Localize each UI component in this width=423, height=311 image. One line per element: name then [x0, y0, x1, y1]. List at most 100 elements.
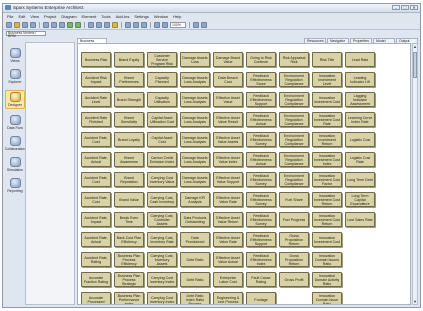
diagram-element[interactable]: Brand Sensitivity	[114, 112, 144, 127]
diagram-element[interactable]: Innovation Investment Cost	[312, 232, 342, 247]
diagram-element[interactable]: Innovation Investment Cost Index	[312, 152, 342, 167]
sidebar-item-designer[interactable]: Designer	[5, 90, 25, 109]
zoom-out-icon[interactable]	[162, 21, 168, 28]
diagram-element[interactable]: Business Plan Process Efficiency	[114, 252, 144, 267]
diagram-element[interactable]: Effective Asset Value Rate	[213, 232, 243, 247]
diagram-element[interactable]: Business Risk	[81, 52, 111, 67]
lightbulb-icon[interactable]	[112, 21, 118, 28]
diagram-element[interactable]: Environment Regulation Compliance	[279, 92, 309, 107]
redo-icon[interactable]	[75, 21, 81, 28]
paste-icon[interactable]	[59, 21, 65, 28]
diagram-element[interactable]: Innovation Investment Cost Return	[312, 212, 342, 227]
diagram-canvas[interactable]: Business Risk Brand Equity Customer Servic…	[77, 43, 411, 305]
diagram-element[interactable]: Innovation Investment Return	[312, 132, 342, 147]
diagram-element[interactable]: Going to Risk Continue	[246, 52, 276, 67]
diagram-element[interactable]: Carrying Cost, Inventory Assets	[147, 252, 177, 267]
diagram-element[interactable]: Effective Asset Value Assets	[213, 132, 243, 147]
diagram-element[interactable]: Brand Loyalty	[114, 132, 144, 147]
menu-view[interactable]: View	[30, 14, 39, 19]
diagram-element[interactable]: Brand Reputation	[114, 172, 144, 187]
diagram-element[interactable]: Feedback Effectiveness Survey	[246, 192, 276, 207]
diagram-element[interactable]: Gross Profit	[279, 272, 309, 287]
menu-file[interactable]: File	[7, 14, 13, 19]
diagram-element[interactable]: Damage Assets Loss	[180, 52, 210, 67]
vertical-scrollbar[interactable]: ▲ ▼	[412, 43, 418, 305]
diagram-element[interactable]: Business Plan Process Strategic	[114, 272, 144, 287]
sidebar-item-reporting[interactable]: Reporting	[5, 178, 25, 193]
diagram-element[interactable]: Effective Asset Value Support	[213, 172, 243, 187]
diagram-element[interactable]: Feedback Effectiveness Survey	[246, 132, 276, 147]
diagram-element[interactable]: Innovation Domain Activity Ratio	[312, 272, 342, 287]
diagram-element[interactable]: Accident Rate, Rating	[81, 252, 111, 267]
save-icon[interactable]	[22, 21, 28, 28]
diagram-element[interactable]: Capital Asset Utilisation Cost	[147, 112, 177, 127]
diagram-element[interactable]: Break Even Time	[114, 212, 144, 227]
diagram-element[interactable]: Data Breach Cost	[213, 72, 243, 87]
diagram-element[interactable]: Innovation Domain Issue Ratio	[312, 292, 342, 304]
diagram-element[interactable]: Innovation Investment Cost Return	[312, 192, 342, 207]
properties-icon[interactable]	[193, 21, 199, 28]
sidebar-item-collaboration[interactable]: Collaboration	[5, 136, 25, 151]
diagram-element[interactable]: Damage Assets Loss Analysis	[180, 72, 210, 87]
diagram-element[interactable]: Feedback Effectiveness Index	[246, 252, 276, 267]
diagram-element[interactable]: Debt Ratio	[180, 252, 210, 267]
diagram-element[interactable]: Damage Assets Loss Analysis	[180, 152, 210, 167]
zoom-in-icon[interactable]	[154, 21, 160, 28]
diagram-element[interactable]: Environment Regulation Compliance	[279, 172, 309, 187]
find-icon[interactable]	[141, 21, 147, 28]
browser-panel[interactable]	[25, 42, 75, 305]
sidebar-item-views[interactable]: Views	[5, 48, 25, 63]
menu-diagram[interactable]: Diagram	[61, 14, 76, 19]
diagram-element[interactable]: Feedback Effectiveness Survey	[246, 172, 276, 187]
diagram-element[interactable]: Environment Regulation Compliance	[279, 132, 309, 147]
diagram-element[interactable]: Risk Title	[312, 52, 342, 67]
diagram-element[interactable]: Fault Cause Rating	[246, 272, 276, 287]
diagram-element[interactable]: Leading Indicator Lift	[345, 72, 375, 87]
diagram-element[interactable]: Carrying Cost Inventory Index	[147, 272, 177, 287]
diagram-element[interactable]: Engineering & Line Process	[213, 292, 243, 304]
diagram-element[interactable]: Feedback Effectiveness Actual	[246, 152, 276, 167]
diagram-element[interactable]: Accurate Processed	[81, 292, 111, 304]
diagram-element[interactable]: Gross Proposition Return	[279, 232, 309, 247]
print-icon[interactable]	[30, 21, 36, 28]
align-icon[interactable]	[104, 21, 110, 28]
diagram-element[interactable]: Damage Assets Loss Analysis	[180, 132, 210, 147]
diagram-element[interactable]: Accident Rate, Cost	[81, 192, 111, 207]
diagram-element[interactable]: Carrying Cost, Inventory Rate	[147, 232, 177, 247]
diagram-element[interactable]: Carbon Credit Emission Index	[147, 152, 177, 167]
diagram-element[interactable]: Capacity Utilisation	[147, 92, 177, 107]
menu-tools[interactable]: Tools	[101, 14, 110, 19]
menu-element[interactable]: Element	[82, 14, 97, 19]
diagram-element[interactable]: Logistic Cost Rate	[345, 152, 375, 167]
diagram-element[interactable]: Enterprise Labor Cost	[213, 272, 243, 287]
new-icon[interactable]	[6, 21, 12, 28]
diagram-element[interactable]: Effective Asset Value Result	[213, 112, 243, 127]
diagram-element[interactable]: Effective Asset Value Rate	[213, 192, 243, 207]
undo-icon[interactable]	[67, 21, 73, 28]
connector-icon[interactable]	[125, 21, 131, 28]
open-folder-icon[interactable]	[14, 21, 20, 28]
diagram-element[interactable]: Accident Rate, Actual	[81, 152, 111, 167]
sidebar-item-explorer[interactable]: Explorer	[5, 69, 25, 84]
diagram-element[interactable]: Environment Regulation Compliance	[279, 152, 309, 167]
diagram-element[interactable]: Innovation Investment Cost	[312, 92, 342, 107]
diagram-element[interactable]: Accident Rate Level	[81, 92, 111, 107]
address-field[interactable]: Business Models / BRM	[6, 31, 46, 38]
diagram-element[interactable]: Data Products Outstanding	[180, 212, 210, 227]
diagram-element[interactable]: Accurate Fraction Rating	[81, 272, 111, 287]
diagram-element[interactable]: Carrying Cost Inventory Value	[147, 172, 177, 187]
diagram-element[interactable]: Capacity Planned	[147, 72, 177, 87]
copy-icon[interactable]	[51, 21, 57, 28]
diagram-element[interactable]: Fuel Progress	[279, 212, 309, 227]
diagram-element[interactable]: Innovation Domain Issues Ratio	[312, 252, 342, 267]
arrow-icon[interactable]	[133, 21, 139, 28]
diagram-element[interactable]: Brand Preferences	[114, 72, 144, 87]
diagram-element[interactable]: Accident Risk Impact	[81, 72, 111, 87]
diagram-element[interactable]: Risk Appraisal Risk	[279, 52, 309, 67]
cut-icon[interactable]	[43, 21, 49, 28]
maximize-button[interactable]: □	[401, 5, 409, 10]
diagram-element[interactable]: Innovation Investment Level	[312, 72, 342, 87]
diagram-element[interactable]: Long Term Debt	[345, 172, 375, 187]
menu-window[interactable]: Window	[154, 14, 168, 19]
zoom-select[interactable]: 100%	[170, 21, 186, 28]
